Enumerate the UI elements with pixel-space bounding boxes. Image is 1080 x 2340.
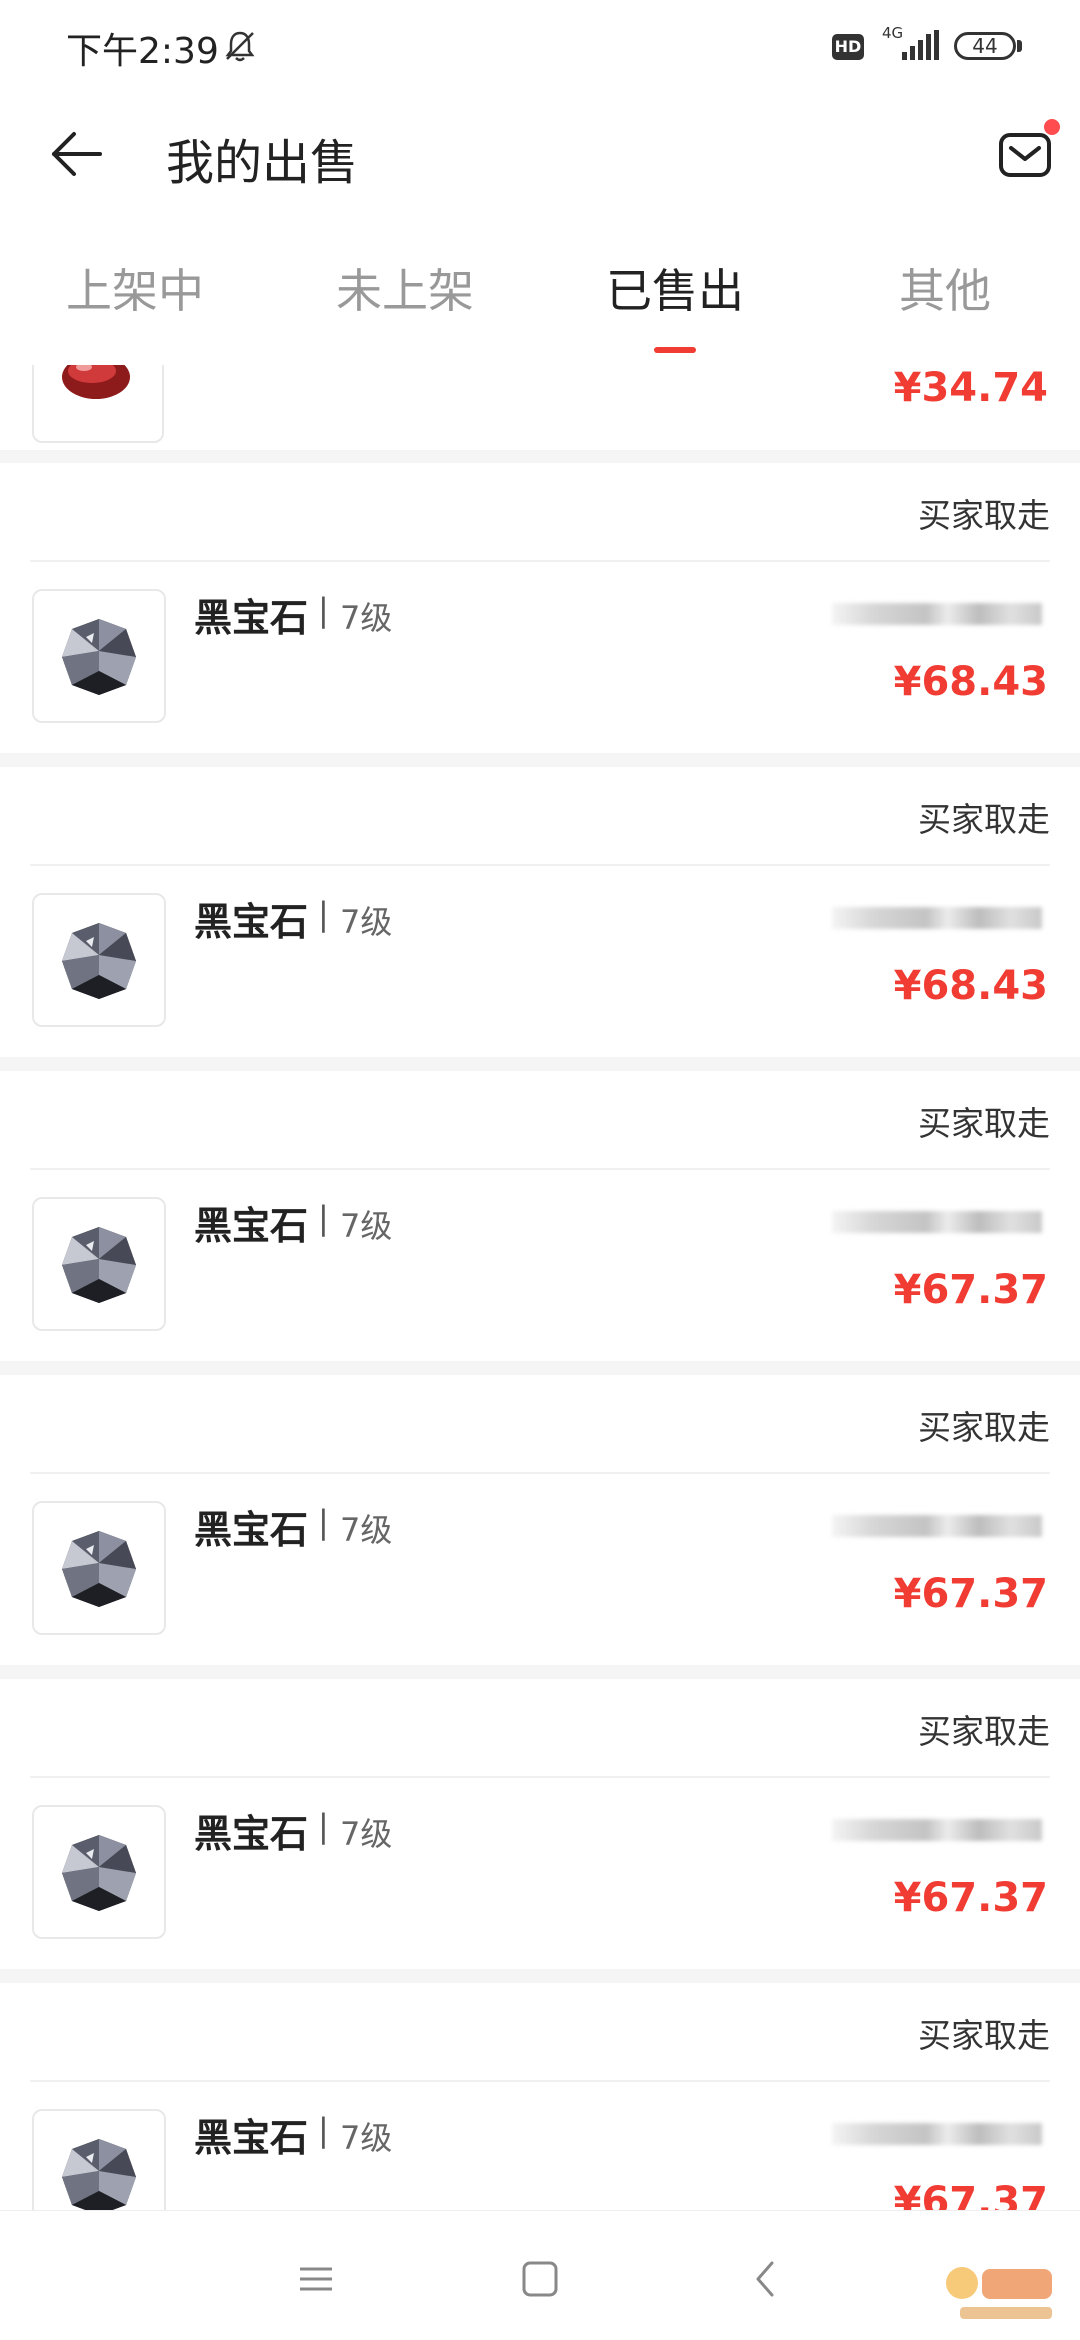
item-price: ¥67.37 xyxy=(893,1875,1048,1921)
black-gem-icon xyxy=(62,1835,136,1911)
item-thumbnail xyxy=(32,2109,166,2210)
redacted-info xyxy=(832,1515,1042,1537)
item-separator: | xyxy=(318,895,329,933)
status-time: 下午2:39 xyxy=(66,31,219,72)
item-level: 7级 xyxy=(340,2119,393,2157)
item-thumbnail xyxy=(32,893,166,1027)
list-item[interactable]: 买家取走 黑宝石 | 7级 ¥67.37 xyxy=(0,1679,1080,1969)
divider xyxy=(30,1168,1050,1170)
redacted-info xyxy=(832,603,1042,625)
back-nav-icon[interactable] xyxy=(736,2249,796,2309)
item-price: ¥68.43 xyxy=(893,963,1048,1009)
item-separator: | xyxy=(318,1199,329,1237)
sold-orders-list: ¥34.74 买家取走 黑宝石 | 7级 ¥68.43 买家取走 黑宝石 | 7… xyxy=(0,365,1080,2210)
item-name: 黑宝石 xyxy=(194,900,309,944)
red-gem-icon xyxy=(62,365,130,399)
item-separator: | xyxy=(318,2111,329,2149)
item-thumbnail xyxy=(32,1805,166,1939)
item-separator: | xyxy=(318,591,329,629)
list-item[interactable]: 买家取走 黑宝石 | 7级 ¥67.37 xyxy=(0,1983,1080,2210)
screen: 下午2:39 HD 4G 44 我的出售 上架中 未上架 已售出 其他 ¥34.… xyxy=(0,0,1080,2340)
black-gem-icon xyxy=(62,619,136,695)
notification-dot xyxy=(1044,119,1060,135)
menu-icon[interactable] xyxy=(286,2249,346,2309)
item-price: ¥34.74 xyxy=(893,365,1048,411)
item-name: 黑宝石 xyxy=(194,1508,309,1552)
list-item[interactable]: 买家取走 黑宝石 | 7级 ¥67.37 xyxy=(0,1071,1080,1361)
item-name: 黑宝石 xyxy=(194,2116,309,2160)
signal-icon xyxy=(902,30,939,60)
header: 我的出售 xyxy=(0,95,1080,215)
hd-badge: HD xyxy=(832,34,864,60)
item-name: 黑宝石 xyxy=(194,596,309,640)
item-thumbnail xyxy=(32,1501,166,1635)
item-thumbnail xyxy=(32,365,164,443)
item-level: 7级 xyxy=(340,1815,393,1853)
item-thumbnail xyxy=(32,1197,166,1331)
redacted-info xyxy=(832,907,1042,929)
home-icon[interactable] xyxy=(510,2249,570,2309)
battery-indicator: 44 xyxy=(954,32,1016,60)
item-price: ¥67.37 xyxy=(893,1267,1048,1313)
item-price: ¥67.37 xyxy=(893,1571,1048,1617)
tab-not-listed[interactable]: 未上架 xyxy=(270,255,540,321)
divider xyxy=(30,2080,1050,2082)
redacted-info xyxy=(832,1211,1042,1233)
item-level: 7级 xyxy=(340,1511,393,1549)
black-gem-icon xyxy=(62,1227,136,1303)
divider xyxy=(30,1472,1050,1474)
divider xyxy=(30,560,1050,562)
list-item[interactable]: 买家取走 黑宝石 | 7级 ¥68.43 xyxy=(0,463,1080,753)
order-status: 买家取走 xyxy=(918,1104,1050,1143)
list-item-partial[interactable]: ¥34.74 xyxy=(0,365,1080,450)
order-status: 买家取走 xyxy=(918,800,1050,839)
tab-bar: 上架中 未上架 已售出 其他 xyxy=(0,215,1080,365)
item-level: 7级 xyxy=(340,903,393,941)
black-gem-icon xyxy=(62,923,136,999)
back-arrow-icon[interactable] xyxy=(46,123,108,185)
active-tab-indicator xyxy=(654,347,696,353)
item-separator: | xyxy=(318,1503,329,1541)
redacted-info xyxy=(832,2123,1042,2145)
tab-on-sale[interactable]: 上架中 xyxy=(0,255,270,321)
list-item[interactable]: 买家取走 黑宝石 | 7级 ¥67.37 xyxy=(0,1375,1080,1665)
order-status: 买家取走 xyxy=(918,496,1050,535)
system-nav-bar xyxy=(0,2210,1080,2340)
order-status: 买家取走 xyxy=(918,1408,1050,1447)
black-gem-icon xyxy=(62,2139,136,2210)
mail-icon[interactable] xyxy=(996,125,1054,183)
order-status: 买家取走 xyxy=(918,2016,1050,2055)
item-name: 黑宝石 xyxy=(194,1812,309,1856)
page-title: 我的出售 xyxy=(166,135,359,191)
divider xyxy=(30,1776,1050,1778)
item-separator: | xyxy=(318,1807,329,1845)
tab-other[interactable]: 其他 xyxy=(810,255,1080,321)
status-bar: 下午2:39 HD 4G 44 xyxy=(0,0,1080,95)
tab-sold[interactable]: 已售出 xyxy=(540,255,810,321)
order-status: 买家取走 xyxy=(918,1712,1050,1751)
bell-muted-icon xyxy=(225,31,255,62)
item-name: 黑宝石 xyxy=(194,1204,309,1248)
redacted-info xyxy=(832,1819,1042,1841)
list-item[interactable]: 买家取走 黑宝石 | 7级 ¥68.43 xyxy=(0,767,1080,1057)
site-watermark-logo xyxy=(946,2267,1052,2319)
item-price: ¥67.37 xyxy=(893,2179,1048,2210)
black-gem-icon xyxy=(62,1531,136,1607)
battery-tip xyxy=(1017,40,1022,52)
item-price: ¥68.43 xyxy=(893,659,1048,705)
item-thumbnail xyxy=(32,589,166,723)
item-level: 7级 xyxy=(340,1207,393,1245)
divider xyxy=(30,864,1050,866)
item-level: 7级 xyxy=(340,599,393,637)
